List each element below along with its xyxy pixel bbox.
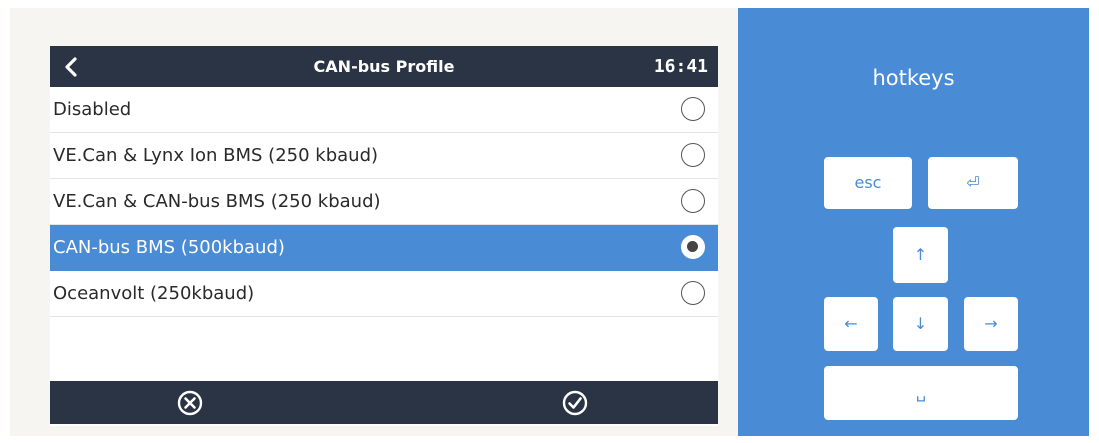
- radio-button-selected[interactable]: [681, 235, 705, 259]
- hotkeys-panel: hotkeys esc ⏎ ↑ ← ↓ → ␣: [738, 8, 1089, 436]
- header-bar: CAN-bus Profile 16:41: [50, 46, 718, 87]
- enter-key[interactable]: ⏎: [928, 157, 1018, 209]
- space-key[interactable]: ␣: [824, 366, 1018, 420]
- option-row-vecan-canbus-bms[interactable]: VE.Can & CAN-bus BMS (250 kbaud): [50, 179, 718, 225]
- option-label: Disabled: [53, 99, 132, 120]
- option-label: VE.Can & Lynx Ion BMS (250 kbaud): [53, 145, 379, 166]
- option-row-canbus-bms-500[interactable]: CAN-bus BMS (500kbaud): [50, 225, 718, 271]
- option-label: CAN-bus BMS (500kbaud): [53, 237, 285, 258]
- option-row-vecan-lynx-ion-bms[interactable]: VE.Can & Lynx Ion BMS (250 kbaud): [50, 133, 718, 179]
- footer-bar: [50, 381, 718, 424]
- hotkeys-title: hotkeys: [872, 66, 955, 90]
- radio-button[interactable]: [681, 143, 705, 167]
- device-frame: CAN-bus Profile 16:41 Disabled VE.Can & …: [10, 8, 738, 436]
- option-label: VE.Can & CAN-bus BMS (250 kbaud): [53, 191, 381, 212]
- option-row-disabled[interactable]: Disabled: [50, 87, 718, 133]
- radio-button[interactable]: [681, 189, 705, 213]
- option-row-oceanvolt[interactable]: Oceanvolt (250kbaud): [50, 271, 718, 317]
- radio-button[interactable]: [681, 281, 705, 305]
- cancel-circle-icon[interactable]: [176, 389, 204, 417]
- check-circle-icon[interactable]: [561, 389, 589, 417]
- left-arrow-key[interactable]: ←: [824, 297, 878, 351]
- esc-key[interactable]: esc: [824, 157, 912, 209]
- option-label: Oceanvolt (250kbaud): [53, 283, 255, 304]
- up-arrow-key[interactable]: ↑: [893, 227, 948, 283]
- radio-button[interactable]: [681, 97, 705, 121]
- right-arrow-key[interactable]: →: [964, 297, 1018, 351]
- page-title: CAN-bus Profile: [313, 57, 455, 76]
- clock-time: 16:41: [653, 56, 708, 77]
- down-arrow-key[interactable]: ↓: [893, 297, 948, 351]
- profile-list: Disabled VE.Can & Lynx Ion BMS (250 kbau…: [50, 87, 718, 317]
- device-screen: CAN-bus Profile 16:41 Disabled VE.Can & …: [50, 46, 718, 426]
- radio-selected-dot: [687, 241, 698, 252]
